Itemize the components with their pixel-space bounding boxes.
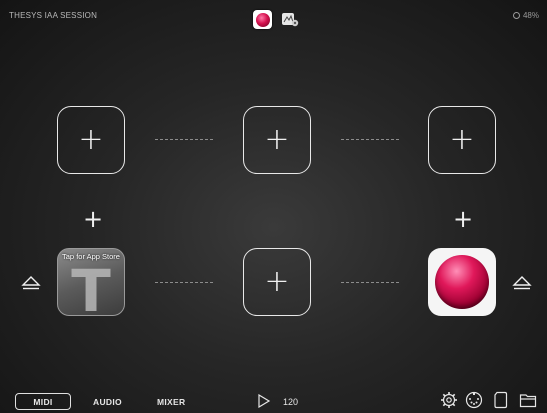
midi-port-icon[interactable]: [465, 391, 483, 409]
document-icon[interactable]: [492, 391, 510, 409]
add-button-left[interactable]: +: [83, 207, 103, 231]
add-button-right[interactable]: +: [453, 207, 473, 231]
eject-right-icon[interactable]: [512, 275, 532, 291]
tab-midi[interactable]: MIDI: [15, 393, 71, 410]
plus-icon: +: [264, 122, 290, 157]
add-slot-top-left[interactable]: +: [57, 106, 125, 174]
iaa-link-icon[interactable]: [281, 12, 299, 28]
host-app-slot[interactable]: [428, 248, 496, 316]
play-icon[interactable]: [257, 394, 271, 408]
folder-icon[interactable]: [519, 391, 537, 409]
tempo-value[interactable]: 120: [283, 397, 298, 407]
connector-line: [341, 139, 399, 140]
connector-line: [155, 282, 213, 283]
battery-icon: [512, 12, 520, 19]
thesys-app-slot[interactable]: T Tap for App Store: [57, 248, 125, 316]
add-slot-bottom-center[interactable]: +: [243, 248, 311, 316]
eject-left-icon[interactable]: [21, 275, 41, 291]
host-app-icon[interactable]: [253, 10, 272, 29]
top-bar: THESYS IAA SESSION 48%: [0, 0, 547, 34]
plus-icon: +: [78, 122, 104, 157]
app-title: THESYS IAA SESSION: [9, 11, 98, 20]
add-slot-top-right[interactable]: +: [428, 106, 496, 174]
battery-indicator: 48%: [512, 11, 539, 20]
red-ball-icon: [255, 12, 270, 27]
settings-icon[interactable]: [440, 391, 458, 409]
connector-line: [341, 282, 399, 283]
app-store-label: Tap for App Store: [62, 252, 120, 261]
plus-icon: +: [264, 264, 290, 299]
tab-mixer[interactable]: MIXER: [157, 397, 185, 407]
connector-line: [155, 139, 213, 140]
red-ball-icon: [435, 255, 489, 309]
plus-icon: +: [449, 122, 475, 157]
tab-audio[interactable]: AUDIO: [93, 397, 122, 407]
battery-level: 48%: [522, 11, 539, 20]
add-slot-top-center[interactable]: +: [243, 106, 311, 174]
thesys-logo: T: [71, 257, 111, 316]
